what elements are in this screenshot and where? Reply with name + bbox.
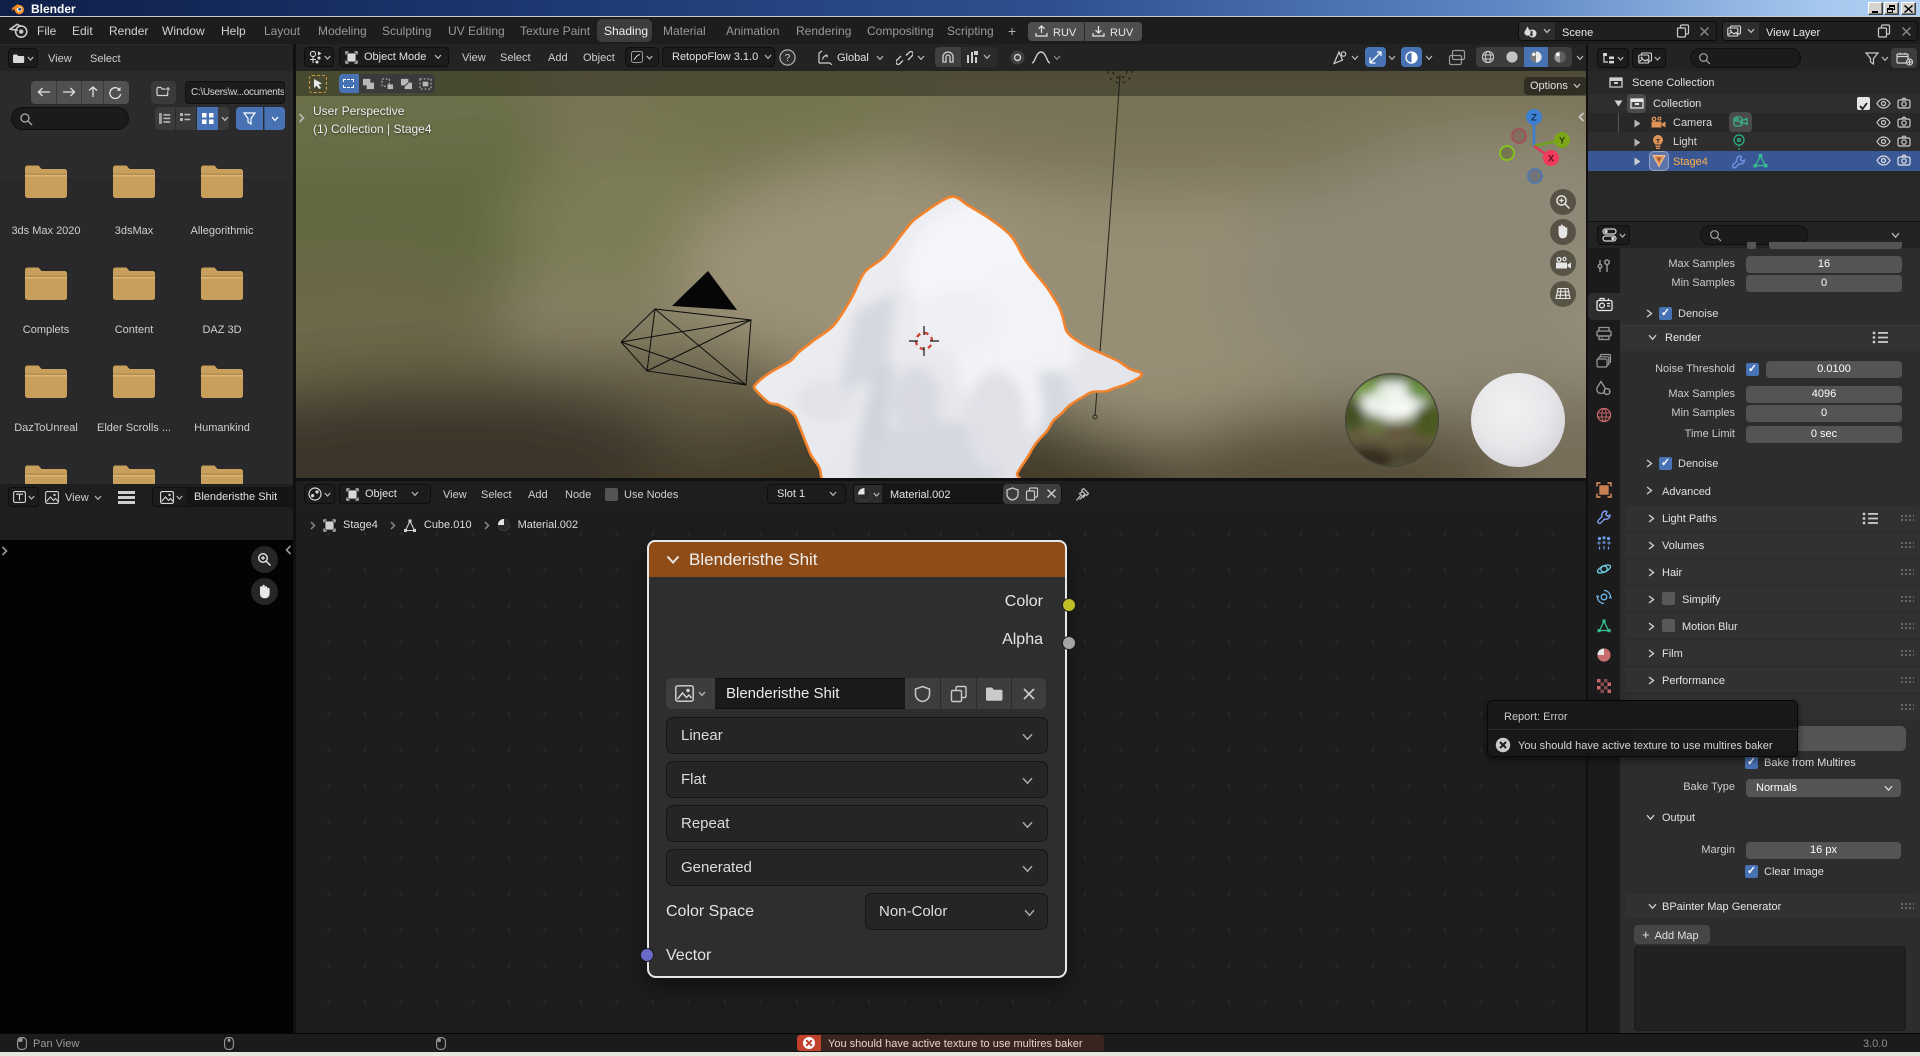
svg-text:?: ?	[785, 53, 791, 64]
svg-text:X: X	[1548, 154, 1555, 165]
svg-text:Z: Z	[1531, 113, 1537, 124]
svg-text:Y: Y	[1559, 136, 1566, 147]
